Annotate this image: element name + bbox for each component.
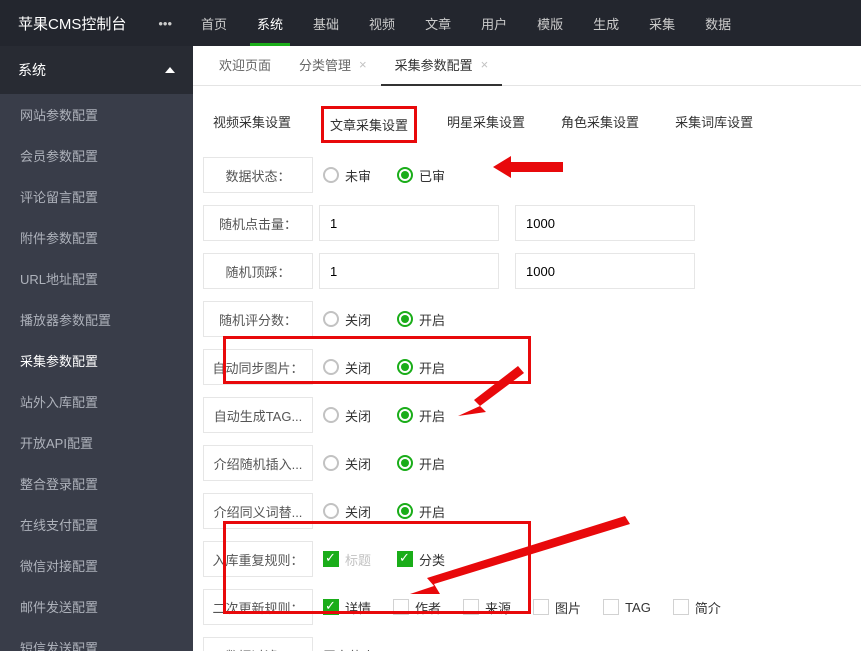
subtab[interactable]: 明星采集设置 [441,106,531,143]
label-rand-updown: 随机顶踩： [203,253,313,289]
subtab[interactable]: 文章采集设置 [321,106,417,143]
radio-intro-syn-on[interactable]: 开启 [397,502,445,521]
tab[interactable]: 分类管理× [285,46,381,86]
sidebar-item[interactable]: 短信发送配置 [0,627,193,651]
radio-intro-rand-off[interactable]: 关闭 [323,454,371,473]
sidebar-title: 系统 [18,60,46,80]
radio-rand-score-off[interactable]: 关闭 [323,310,371,329]
input-rand-updown-max[interactable] [515,253,695,289]
close-icon[interactable]: × [359,57,367,72]
label-intro-syn: 介绍同义词替... [203,493,313,529]
chk-upd-tag[interactable]: TAG [603,599,651,615]
tab[interactable]: 欢迎页面 [205,46,285,86]
chk-dup-category[interactable]: 分类 [397,550,445,569]
topnav-item[interactable]: 数据 [690,0,746,46]
sidebar-item[interactable]: 网站参数配置 [0,94,193,135]
radio-auto-tag-off[interactable]: 关闭 [323,406,371,425]
topnav-item[interactable]: 生成 [578,0,634,46]
sidebar-item[interactable]: 在线支付配置 [0,504,193,545]
topnav-item[interactable]: 采集 [634,0,690,46]
sidebar-item[interactable]: 整合登录配置 [0,463,193,504]
input-rand-hits-max[interactable] [515,205,695,241]
chk-upd-image[interactable]: 图片 [533,598,581,617]
label-update-rule: 二次更新规则： [203,589,313,625]
sidebar-item[interactable]: 开放API配置 [0,422,193,463]
filter-value: 无奈的人 [323,646,375,651]
radio-auto-tag-on[interactable]: 开启 [397,406,445,425]
chk-upd-detail[interactable]: 详情 [323,598,371,617]
more-icon[interactable]: ••• [144,16,186,31]
chk-dup-title[interactable]: 标题 [323,550,371,569]
close-icon[interactable]: × [481,57,489,72]
topnav-item[interactable]: 首页 [186,0,242,46]
sidebar-item[interactable]: 微信对接配置 [0,545,193,586]
sidebar-item[interactable]: 采集参数配置 [0,340,193,381]
radio-intro-rand-on[interactable]: 开启 [397,454,445,473]
label-dup-rule: 入库重复规则： [203,541,313,577]
tab[interactable]: 采集参数配置× [381,46,503,86]
subtab[interactable]: 角色采集设置 [555,106,645,143]
sidebar-item[interactable]: 会员参数配置 [0,135,193,176]
chk-upd-source[interactable]: 来源 [463,598,511,617]
sidebar-item[interactable]: 邮件发送配置 [0,586,193,627]
radio-rand-score-on[interactable]: 开启 [397,310,445,329]
sidebar-item[interactable]: URL地址配置 [0,258,193,299]
radio-sync-img-off[interactable]: 关闭 [323,358,371,377]
subtab[interactable]: 视频采集设置 [207,106,297,143]
radio-data-status-off[interactable]: 未审 [323,166,371,185]
topnav-item[interactable]: 文章 [410,0,466,46]
radio-intro-syn-off[interactable]: 关闭 [323,502,371,521]
topnav-item[interactable]: 基础 [298,0,354,46]
topnav-item[interactable]: 视频 [354,0,410,46]
label-rand-hits: 随机点击量： [203,205,313,241]
label-sync-img: 自动同步图片： [203,349,313,385]
sidebar-heading[interactable]: 系统 [0,46,193,94]
chevron-up-icon [165,67,175,73]
sidebar-item[interactable]: 站外入库配置 [0,381,193,422]
topnav-item[interactable]: 用户 [466,0,522,46]
brand-title: 苹果CMS控制台 [0,13,144,34]
radio-sync-img-on[interactable]: 开启 [397,358,445,377]
label-intro-rand: 介绍随机插入... [203,445,313,481]
label-rand-score: 随机评分数： [203,301,313,337]
subtab[interactable]: 采集词库设置 [669,106,759,143]
sidebar-item[interactable]: 播放器参数配置 [0,299,193,340]
topnav-item[interactable]: 系统 [242,0,298,46]
radio-data-status-on[interactable]: 已审 [397,166,445,185]
label-data-filter: 数据过滤： [203,637,313,651]
label-data-status: 数据状态： [203,157,313,193]
label-auto-tag: 自动生成TAG... [203,397,313,433]
sidebar-item[interactable]: 附件参数配置 [0,217,193,258]
sidebar-item[interactable]: 评论留言配置 [0,176,193,217]
chk-upd-author[interactable]: 作者 [393,598,441,617]
chk-upd-intro[interactable]: 简介 [673,598,721,617]
topnav-item[interactable]: 模版 [522,0,578,46]
input-rand-updown-min[interactable] [319,253,499,289]
input-rand-hits-min[interactable] [319,205,499,241]
